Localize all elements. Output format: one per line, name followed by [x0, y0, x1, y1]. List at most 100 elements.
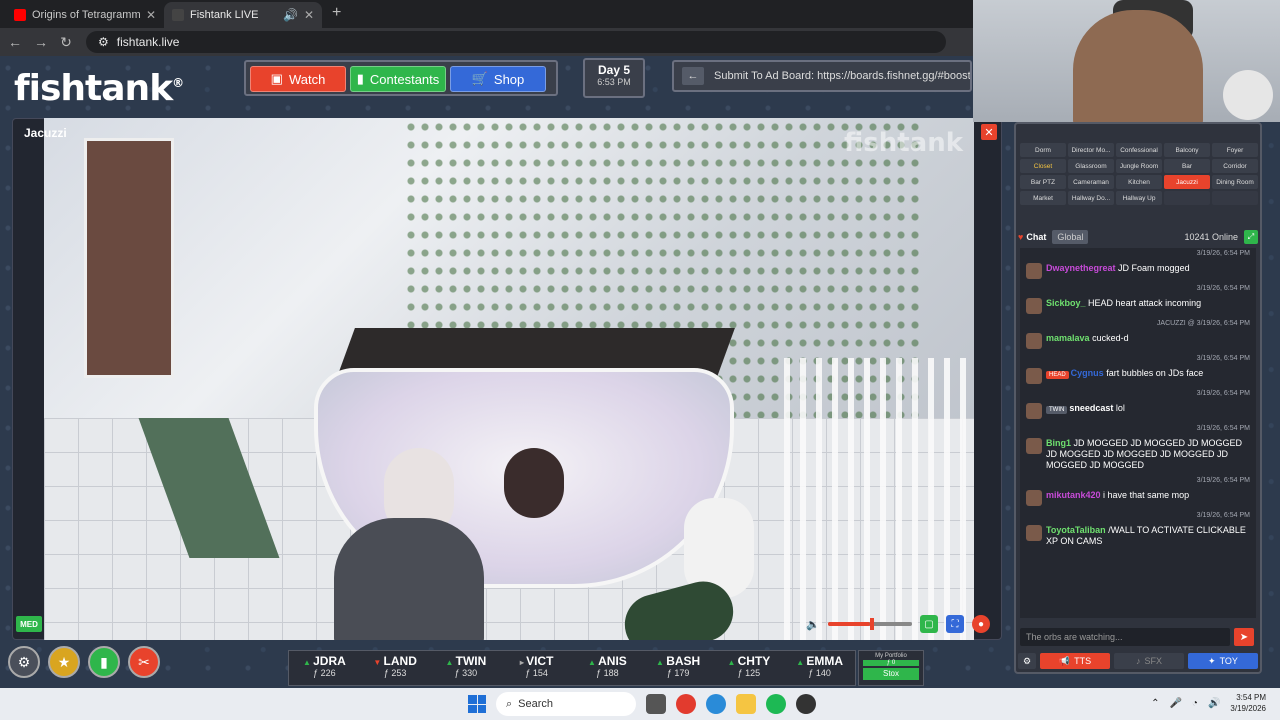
ad-board-banner[interactable]: ← Submit To Ad Board: https://boards.fis… [672, 60, 972, 92]
room-button[interactable]: Hallway Do... [1068, 191, 1114, 205]
browser-tab-youtube[interactable]: Origins of Tetragrammaton | Jo ✕ [6, 2, 164, 28]
avatar[interactable] [1026, 438, 1042, 454]
room-button[interactable]: Balcony [1164, 143, 1210, 157]
room-button[interactable]: Market [1020, 191, 1066, 205]
chat-message[interactable]: 3/19/26, 6:54 PM Sickboy_ HEAD heart atta… [1020, 283, 1256, 318]
arrow-left-icon[interactable]: ← [682, 67, 704, 85]
chat-messages[interactable]: 3/19/26, 6:54 PM Dwaynethegreat JD Foam m… [1020, 248, 1256, 618]
username[interactable]: Cygnus [1071, 368, 1104, 378]
new-tab-icon[interactable]: + [322, 4, 351, 28]
avatar[interactable] [1026, 403, 1042, 419]
username[interactable]: Sickboy_ [1046, 298, 1086, 308]
chat-message[interactable]: JACUZZI @ 3/19/26, 6:54 PM mamalava cucke… [1020, 318, 1256, 353]
edge-icon[interactable] [706, 694, 726, 714]
chat-message[interactable]: 3/19/26, 6:54 PM TWIN sneedcast lol [1020, 388, 1256, 423]
site-info-icon[interactable]: ⚙ [98, 35, 109, 49]
task-view-icon[interactable] [646, 694, 666, 714]
ticker-item[interactable]: ▼ LAND ƒ 253 [360, 651, 431, 685]
fullscreen-icon[interactable]: ⛶ [946, 615, 964, 633]
avatar[interactable] [1026, 333, 1042, 349]
room-button[interactable]: Kitchen [1116, 175, 1162, 189]
room-button[interactable]: Jacuzzi [1164, 175, 1210, 189]
room-button[interactable]: Jungle Room [1116, 159, 1162, 173]
avatar[interactable] [1026, 525, 1042, 541]
expand-icon[interactable]: ⤢ [1244, 230, 1258, 244]
close-tab-icon[interactable]: ✕ [146, 8, 156, 22]
avatar[interactable] [1026, 490, 1042, 506]
avatar[interactable] [1026, 263, 1042, 279]
ticker-item[interactable]: ▲ BASH ƒ 179 [643, 651, 714, 685]
username[interactable]: mikutank420 [1046, 490, 1101, 500]
chat-message[interactable]: 3/19/26, 6:54 PM ToyotaTaliban /WALL TO A… [1020, 510, 1256, 551]
quality-badge[interactable]: MED [16, 616, 42, 632]
sfx-button[interactable]: ♪ SFX [1114, 653, 1184, 669]
camera-feed[interactable]: fishtank [44, 118, 974, 640]
volume-knob[interactable] [870, 618, 874, 630]
watch-button[interactable]: ▣ Watch [250, 66, 346, 92]
room-button[interactable]: Corridor [1212, 159, 1258, 173]
room-button[interactable]: Dorm [1020, 143, 1066, 157]
theater-mode-icon[interactable]: ▢ [920, 615, 938, 633]
tools-icon[interactable]: ✂ [128, 646, 160, 678]
speaker-icon[interactable]: 🔊 [1208, 698, 1220, 709]
back-icon[interactable]: ← [8, 34, 22, 50]
username[interactable]: mamalava [1046, 333, 1090, 343]
ticker-item[interactable]: ▲ TWIN ƒ 330 [431, 651, 502, 685]
stox-button[interactable]: Stox [863, 668, 919, 680]
ticker-item[interactable]: ▸ VICT ƒ 154 [501, 651, 572, 685]
shop-button[interactable]: 🛒 Shop [450, 66, 546, 92]
tts-button[interactable]: 📢 TTS [1040, 653, 1110, 669]
ticker-item[interactable]: ▲ JDRA ƒ 226 [289, 651, 360, 685]
avatar[interactable] [1026, 298, 1042, 314]
file-explorer-icon[interactable] [736, 694, 756, 714]
room-button[interactable]: Bar [1164, 159, 1210, 173]
chat-message[interactable]: 3/19/26, 6:54 PM Bing1 JD MOGGED JD MOGGE… [1020, 423, 1256, 475]
username[interactable]: Dwaynethegreat [1046, 263, 1116, 273]
mic-icon[interactable]: 🎤 [1169, 698, 1181, 709]
ticker-item[interactable]: ▲ ANIS ƒ 188 [572, 651, 643, 685]
item-icon[interactable]: ▮ [88, 646, 120, 678]
speaker-icon[interactable]: 🔊 [283, 8, 298, 22]
room-button[interactable] [1164, 191, 1210, 205]
room-button[interactable]: Glassroom [1068, 159, 1114, 173]
windows-start-icon[interactable] [468, 695, 486, 713]
volume-slider[interactable] [828, 618, 912, 630]
taskbar-search[interactable]: ⌕ Search [496, 692, 636, 716]
chat-input[interactable]: The orbs are watching... [1020, 628, 1230, 646]
chevron-up-icon[interactable]: ⌃ [1151, 698, 1159, 709]
room-button[interactable]: Foyer [1212, 143, 1258, 157]
forward-icon[interactable]: → [34, 34, 48, 50]
clock[interactable]: 3:54 PM 3/19/2026 [1230, 692, 1266, 714]
toy-button[interactable]: ✦ TOY [1188, 653, 1258, 669]
close-tab-icon[interactable]: ✕ [304, 8, 314, 22]
url-field[interactable]: ⚙ fishtank.live [86, 31, 946, 53]
global-tab[interactable]: Global [1052, 230, 1089, 244]
settings-icon[interactable]: ⚙ [1018, 653, 1036, 669]
room-button[interactable]: Dining Room [1212, 175, 1258, 189]
contestants-button[interactable]: ▮ Contestants [350, 66, 446, 92]
record-icon[interactable]: ● [972, 615, 990, 633]
room-button[interactable]: Confessional [1116, 143, 1162, 157]
coins-icon[interactable]: ★ [48, 646, 80, 678]
username[interactable]: ToyotaTaliban [1046, 525, 1106, 535]
chat-message[interactable]: 3/19/26, 6:54 PM mikutank420 i have that … [1020, 475, 1256, 510]
room-button[interactable] [1212, 191, 1258, 205]
room-button[interactable]: Director Mo... [1068, 143, 1114, 157]
chat-message[interactable]: 3/19/26, 6:54 PM HEAD Cygnus fart bubbles … [1020, 353, 1256, 388]
room-button[interactable]: Cameraman [1068, 175, 1114, 189]
username[interactable]: sneedcast [1069, 403, 1113, 413]
chrome-icon[interactable] [676, 694, 696, 714]
chat-message[interactable]: 3/19/26, 6:54 PM Dwaynethegreat JD Foam m… [1020, 248, 1256, 283]
gear-icon[interactable]: ⚙ [8, 646, 40, 678]
spotify-icon[interactable] [766, 694, 786, 714]
volume-icon[interactable]: 🔈 [806, 618, 820, 631]
fishtank-logo[interactable]: fishtank® [14, 68, 184, 109]
reload-icon[interactable]: ↻ [60, 34, 72, 51]
ticker-item[interactable]: ▲ EMMA ƒ 140 [784, 651, 855, 685]
send-icon[interactable]: ➤ [1234, 628, 1254, 646]
room-button[interactable]: Hallway Up [1116, 191, 1162, 205]
obs-icon[interactable] [796, 694, 816, 714]
close-player-icon[interactable]: ✕ [981, 124, 997, 140]
browser-tab-fishtank[interactable]: Fishtank LIVE 🔊 ✕ [164, 2, 322, 28]
ticker-item[interactable]: ▲ CHTY ƒ 125 [714, 651, 785, 685]
